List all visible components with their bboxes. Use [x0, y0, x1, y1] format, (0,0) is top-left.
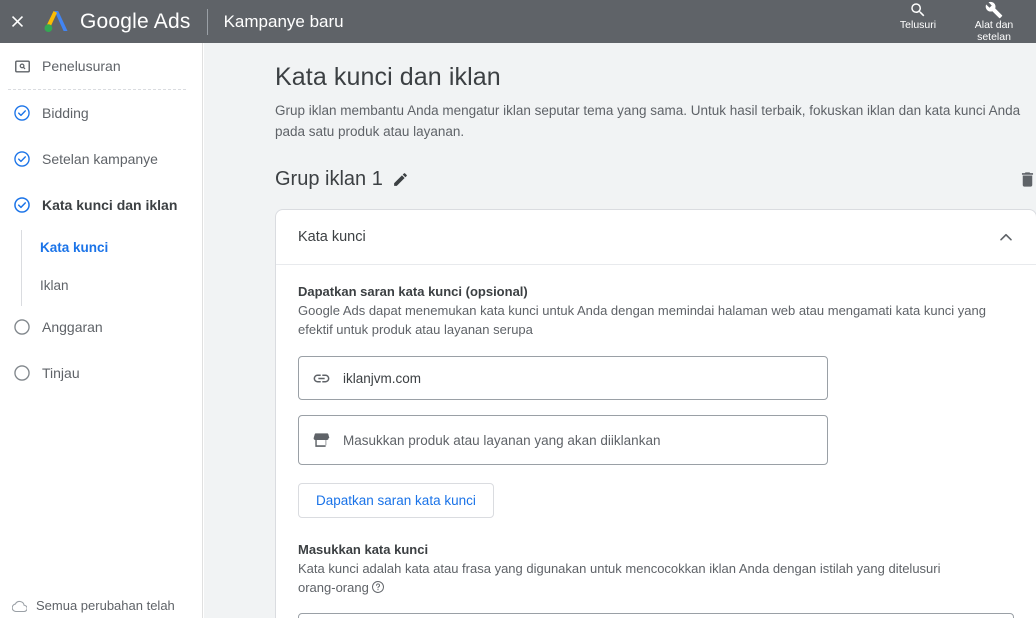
enter-keywords-help: Kata kunci adalah kata atau frasa yang d…	[298, 559, 958, 599]
product-service-input[interactable]: Masukkan produk atau layanan yang akan d…	[298, 415, 828, 465]
brand-name: Google Ads	[80, 9, 191, 33]
product-service-placeholder: Masukkan produk atau layanan yang akan d…	[343, 432, 661, 448]
keywords-card-body: Dapatkan saran kata kunci (opsional) Goo…	[276, 265, 1036, 618]
sidebar-subitem-kata-kunci[interactable]: Kata kunci	[40, 228, 202, 266]
chevron-up-icon[interactable]	[996, 227, 1016, 247]
close-button[interactable]	[0, 0, 34, 43]
empty-circle-icon	[8, 318, 36, 336]
sidebar-item-label: Tinjau	[42, 365, 80, 381]
sidebar-subitem-iklan[interactable]: Iklan	[40, 266, 202, 304]
storefront-icon	[299, 431, 343, 450]
sidebar-item-kata-kunci-dan-iklan[interactable]: Kata kunci dan iklan	[0, 182, 202, 228]
top-app-bar: Google Ads Kampanye baru Telusuri Alat d…	[0, 0, 1036, 43]
sidebar-item-bidding[interactable]: Bidding	[0, 90, 202, 136]
enter-keywords-section: Masukkan kata kunci Kata kunci adalah ka…	[298, 542, 1014, 618]
check-circle-icon	[8, 104, 36, 122]
wrench-icon	[985, 1, 1003, 18]
enter-keywords-help-text: Kata kunci adalah kata atau frasa yang d…	[298, 561, 941, 595]
stepper-sidebar: Penelusuran Bidding Setelan kampanye Kat…	[0, 43, 203, 618]
subitem-label: Iklan	[40, 277, 69, 293]
keywords-card: Kata kunci Dapatkan saran kata kunci (op…	[275, 209, 1036, 618]
sidebar-item-anggaran[interactable]: Anggaran	[0, 304, 202, 350]
sidebar-subnav: Kata kunci Iklan	[0, 228, 202, 306]
sidebar-item-setelan-kampanye[interactable]: Setelan kampanye	[0, 136, 202, 182]
enter-keywords-label: Masukkan kata kunci	[298, 542, 429, 557]
sidebar-item-label: Kata kunci dan iklan	[42, 197, 178, 213]
page-title: Kata kunci dan iklan	[275, 63, 501, 91]
keywords-card-title: Kata kunci	[298, 229, 366, 245]
suggestion-section-help: Google Ads dapat menemukan kata kunci un…	[298, 303, 986, 337]
check-circle-icon	[8, 196, 36, 214]
subnav-connector-line	[21, 230, 22, 306]
close-icon	[8, 12, 27, 31]
search-action[interactable]: Telusuri	[880, 0, 956, 43]
trash-icon[interactable]	[1018, 170, 1036, 189]
link-icon	[299, 369, 343, 388]
check-circle-icon	[8, 150, 36, 168]
main-content: Kata kunci dan iklan Grup iklan membantu…	[204, 43, 1036, 618]
website-url-value: iklanjvm.com	[343, 370, 422, 386]
pencil-icon[interactable]	[392, 171, 409, 188]
page-context-label: Kampanye baru	[223, 11, 344, 31]
save-status: Semua perubahan telah	[0, 592, 203, 618]
topbar-actions: Telusuri Alat dan setelan	[880, 0, 1036, 43]
cloud-done-icon	[8, 599, 30, 614]
sidebar-item-label: Bidding	[42, 105, 89, 121]
sidebar-item-tinjau[interactable]: Tinjau	[0, 350, 202, 396]
search-action-label: Telusuri	[899, 19, 937, 31]
subitem-label: Kata kunci	[40, 239, 109, 255]
topbar-divider	[206, 8, 208, 35]
sidebar-item-penelusuran[interactable]: Penelusuran	[0, 43, 202, 89]
sidebar-item-label: Setelan kampanye	[42, 151, 158, 167]
google-ads-logo	[40, 9, 70, 35]
ad-group-name: Grup iklan 1	[275, 168, 383, 190]
page-description: Grup iklan membantu Anda mengatur iklan …	[275, 103, 1021, 139]
get-keyword-suggestions-button[interactable]: Dapatkan saran kata kunci	[298, 483, 494, 518]
suggestion-section-label: Dapatkan saran kata kunci (opsional)	[298, 284, 528, 299]
sidebar-item-label: Penelusuran	[42, 58, 121, 74]
website-url-input[interactable]: iklanjvm.com	[298, 356, 828, 400]
search-icon	[909, 1, 927, 18]
save-status-text: Semua perubahan telah	[36, 598, 175, 613]
empty-circle-icon	[8, 364, 36, 382]
keywords-card-header[interactable]: Kata kunci	[276, 210, 1036, 265]
tools-settings-action[interactable]: Alat dan setelan	[956, 0, 1032, 43]
search-box-icon	[8, 58, 36, 75]
help-circle-icon[interactable]	[371, 580, 385, 599]
keywords-textarea[interactable]: Masukkan atau tempelkan kata kunci. Anda…	[298, 613, 1014, 618]
tools-settings-label: Alat dan setelan	[974, 19, 1014, 43]
sidebar-item-label: Anggaran	[42, 319, 103, 335]
ad-group-header: Grup iklan 1	[275, 168, 1036, 191]
